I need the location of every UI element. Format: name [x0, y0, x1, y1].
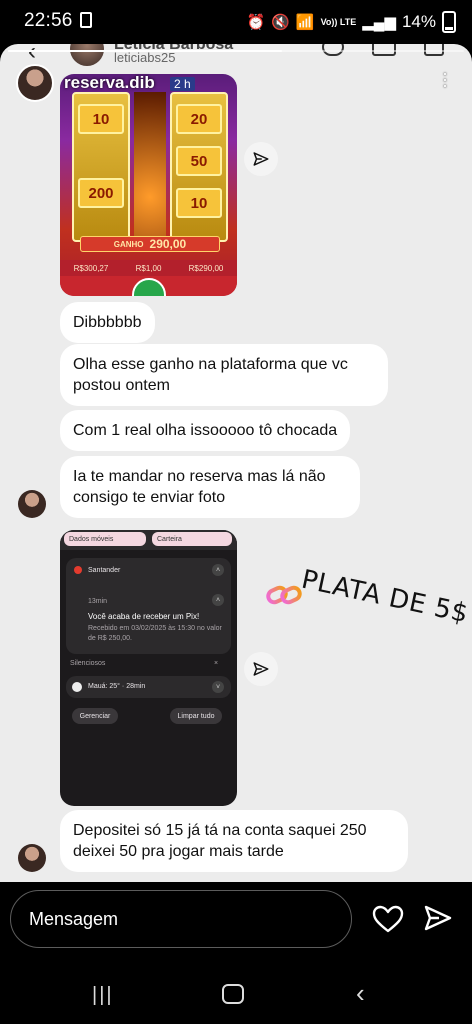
contact-handle: leticiabs25: [114, 50, 176, 65]
stat-win: R$290,00: [188, 263, 224, 273]
notif-body: Recebido em 03/02/2025 às 15:30 no valor…: [88, 625, 222, 642]
network-label: Vo)) LTE: [320, 16, 357, 27]
notif-time: 13min: [88, 598, 108, 605]
mobile-data-pill: Dados móveis: [64, 532, 146, 546]
notification-screenshot[interactable]: Dados móveis Carteira Santander ˄ 13min …: [60, 530, 237, 806]
send-icon: [253, 152, 269, 166]
message-input[interactable]: [29, 907, 329, 931]
stat-bet: R$1,00: [135, 263, 162, 273]
wifi-icon: 📶: [295, 14, 315, 31]
message-text: Depositei só 15 já tá na conta saquei 25…: [73, 822, 367, 860]
share-image-button[interactable]: [244, 652, 278, 686]
game-stats: R$300,27 R$1,00 R$290,00: [60, 260, 237, 276]
recents-icon[interactable]: |||: [92, 984, 114, 1007]
story-progress: [8, 50, 464, 52]
game-ticker: 2 h: [170, 77, 195, 91]
tile-value: 50: [176, 146, 222, 176]
expand-icon: ˅: [212, 681, 224, 693]
back-icon[interactable]: ‹: [356, 978, 365, 1009]
mute-icon: 🔇: [271, 14, 290, 31]
dismiss-icon: ×: [214, 660, 219, 667]
tile-value: 10: [176, 188, 222, 218]
santander-notification: Santander ˄ 13min ˄ Você acaba de recebe…: [66, 558, 231, 654]
battery-icon: [442, 11, 456, 33]
message-text: Dibbbbbb: [73, 314, 142, 331]
link-sticker-icon: [266, 585, 302, 605]
manage-button: Gerenciar: [72, 708, 118, 724]
signal-icon: ▂▄▆: [362, 14, 396, 31]
sender-avatar[interactable]: [18, 490, 46, 518]
collapse-icon: ˄: [212, 564, 224, 576]
send-icon[interactable]: [424, 904, 452, 932]
message-bubble[interactable]: Olha esse ganho na plataforma que vc pos…: [60, 344, 388, 406]
story-avatar[interactable]: [16, 64, 54, 102]
alarm-icon: ⏰: [246, 14, 266, 31]
wallet-pill: Carteira: [152, 532, 232, 546]
story-user[interactable]: reserva.dib: [16, 64, 155, 102]
message-bubble[interactable]: Dibbbbbb: [60, 302, 155, 343]
status-time: 22:56: [24, 10, 73, 31]
message-text: Ia te mandar no reserva mas lá não consi…: [73, 468, 326, 506]
home-icon[interactable]: [222, 984, 244, 1004]
notif-title: Você acaba de receber um Pix!: [88, 612, 200, 621]
heart-icon[interactable]: [372, 904, 404, 934]
win-label: GANHO: [113, 239, 144, 249]
notification-icon: [80, 12, 92, 28]
message-bubble[interactable]: Com 1 real olha issooooo tô chocada: [60, 410, 351, 451]
message-text: Olha esse ganho na plataforma que vc pos…: [73, 356, 348, 394]
game-screenshot[interactable]: 2 h 10 20 50 200 10 GANHO 290,00 R$300,2…: [60, 74, 237, 296]
weather-icon: [72, 682, 82, 692]
share-image-button[interactable]: [244, 142, 278, 176]
expand-icon: ˄: [212, 594, 224, 606]
quick-settings-bar: Dados móveis Carteira: [60, 530, 237, 550]
system-nav-bar: ||| ‹: [0, 962, 472, 1024]
more-options-icon[interactable]: · · ·: [442, 64, 448, 94]
message-bubble[interactable]: Depositei só 15 já tá na conta saquei 25…: [60, 810, 408, 872]
status-bar: 22:56 ⏰ 🔇 📶 Vo)) LTE ▂▄▆ 14%: [0, 0, 472, 44]
tile-value: 200: [78, 178, 124, 208]
tile-value: 20: [176, 104, 222, 134]
silent-section-label: Silenciosos: [70, 660, 106, 667]
stat-balance: R$300,27: [73, 263, 109, 273]
notif-app-name: Santander: [88, 567, 121, 574]
clear-all-button: Limpar tudo: [170, 708, 222, 724]
contact-avatar[interactable]: [70, 44, 104, 66]
weather-text: Mauá: 25° · 28min: [88, 683, 146, 690]
text-sticker: PLATA DE 5$: [298, 564, 472, 630]
send-icon: [253, 662, 269, 676]
tile-value: 10: [78, 104, 124, 134]
status-icons: ⏰ 🔇 📶 Vo)) LTE ▂▄▆ 14%: [247, 11, 456, 33]
message-text: Com 1 real olha issooooo tô chocada: [73, 422, 338, 439]
battery-percent: 14%: [401, 12, 436, 31]
story-username[interactable]: reserva.dib: [64, 73, 155, 93]
weather-notification: Mauá: 25° · 28min ˅: [66, 676, 231, 698]
reel-center: [134, 92, 166, 242]
message-composer[interactable]: [10, 890, 352, 948]
win-value: 290,00: [149, 237, 187, 251]
win-banner: GANHO 290,00: [80, 236, 220, 252]
message-bubble[interactable]: Ia te mandar no reserva mas lá não consi…: [60, 456, 360, 518]
back-arrow-icon[interactable]: ‹: [28, 44, 36, 66]
story-progress-fill: [8, 50, 282, 52]
santander-logo-icon: [74, 566, 82, 574]
sender-avatar[interactable]: [18, 844, 46, 872]
story-card: ‹ Letícia Barbosa leticiabs25 2 h 10 20 …: [0, 44, 472, 882]
